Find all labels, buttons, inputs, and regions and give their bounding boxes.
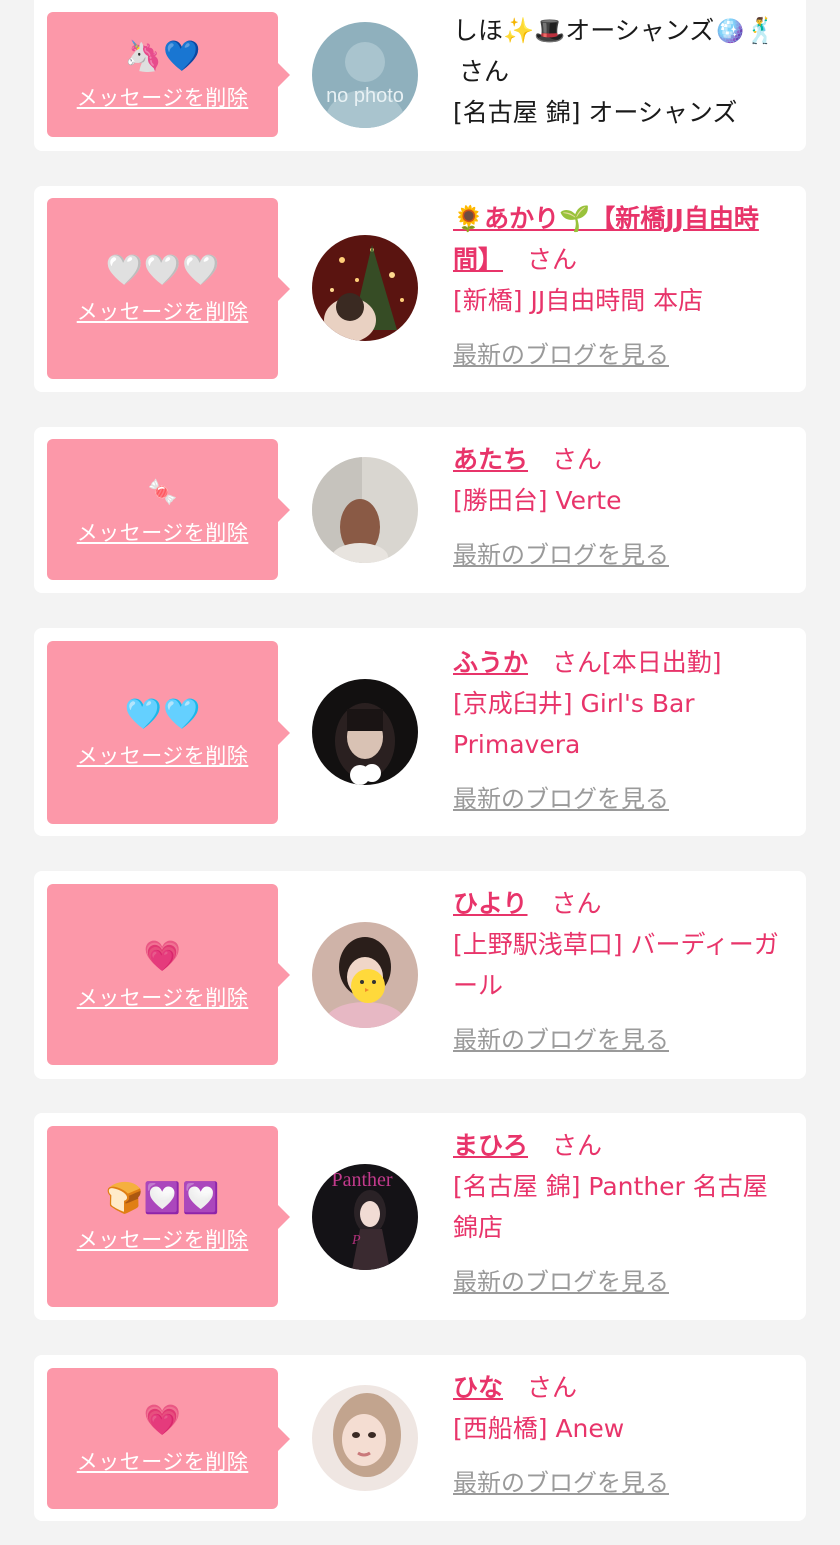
emoji-icon: 💙 bbox=[163, 38, 201, 74]
svg-text:P: P bbox=[351, 1233, 361, 1248]
message-bubble: 🤍 🤍 🤍 メッセージを削除 bbox=[47, 198, 290, 379]
latest-blog-link[interactable]: 最新のブログを見る bbox=[453, 1262, 669, 1303]
heart-icon: 💗 bbox=[143, 938, 182, 974]
avatar[interactable]: Panther P bbox=[312, 1164, 418, 1270]
emoji-icon: 🤍 bbox=[105, 252, 143, 288]
name-line: しほ✨🎩オーシャンズ🪩🕺 さん bbox=[453, 10, 788, 92]
san-label: さん bbox=[527, 1373, 578, 1402]
name-line: まひろ さん bbox=[453, 1125, 788, 1166]
message-card: 💗 メッセージを削除 ひより さん [上野駅浅草口] バーディーガール 最新のブロ… bbox=[34, 871, 806, 1079]
delete-message-link[interactable]: メッセージを削除 bbox=[77, 299, 249, 325]
heart-decoration-icon: 💟 bbox=[143, 1180, 182, 1216]
san-label: さん bbox=[552, 445, 603, 474]
shop-label: [京成臼井] Girl's Bar Primavera bbox=[453, 689, 695, 759]
message-emoji: 💗 bbox=[144, 1403, 181, 1439]
message-card: 🍬 メッセージを削除 あたち さん [勝田台] Verte 最新のブログを見る bbox=[34, 427, 806, 593]
girl-name-link[interactable]: ひより bbox=[453, 889, 528, 918]
message-bubble: 🩵 🩵 メッセージを削除 bbox=[47, 641, 290, 824]
latest-blog-link[interactable]: 最新のブログを見る bbox=[453, 335, 669, 376]
attendance-tag: [本日出勤] bbox=[602, 648, 722, 677]
message-emoji: 🤍 🤍 🤍 bbox=[105, 253, 219, 289]
heart-icon: 💗 bbox=[143, 1402, 182, 1438]
shop-label: [新橋] JJ自由時間 本店 bbox=[453, 286, 704, 315]
girl-name-link[interactable]: ふうか bbox=[453, 648, 528, 677]
girl-name-link[interactable]: ひな bbox=[453, 1373, 503, 1402]
shop-label: [勝田台] Verte bbox=[453, 486, 622, 515]
avatar[interactable] bbox=[312, 457, 418, 563]
name-line: 🌻あかり🌱【新橋JJ自由時間】 さん bbox=[453, 198, 788, 280]
name-line: ひな さん bbox=[453, 1367, 788, 1408]
candy-icon: 🍬 bbox=[147, 477, 178, 506]
message-emoji: 🍬 bbox=[148, 474, 178, 510]
girl-name: しほ✨🎩オーシャンズ🪩🕺 bbox=[453, 16, 777, 45]
latest-blog-link[interactable]: 最新のブログを見る bbox=[453, 535, 669, 576]
emoji-icon: 🤍 bbox=[143, 252, 182, 288]
latest-blog-link[interactable]: 最新のブログを見る bbox=[453, 1020, 669, 1061]
message-emoji: 🍞 💟 💟 bbox=[105, 1181, 219, 1217]
delete-message-link[interactable]: メッセージを削除 bbox=[77, 85, 249, 111]
avatar[interactable] bbox=[312, 1385, 418, 1491]
message-info: あたち さん [勝田台] Verte 最新のブログを見る bbox=[453, 439, 788, 576]
message-bubble: 🦄 💙 メッセージを削除 bbox=[47, 12, 290, 137]
avatar[interactable] bbox=[312, 679, 418, 785]
delete-message-link[interactable]: メッセージを削除 bbox=[77, 1449, 249, 1475]
delete-message-link[interactable]: メッセージを削除 bbox=[77, 743, 249, 769]
shop-label: [名古屋 錦] Panther 名古屋錦店 bbox=[453, 1172, 768, 1242]
delete-message-link[interactable]: メッセージを削除 bbox=[77, 1227, 249, 1253]
svg-text:Panther: Panther bbox=[331, 1169, 392, 1191]
shop-label: [名古屋 錦] オーシャンズ bbox=[453, 98, 738, 127]
delete-message-link[interactable]: メッセージを削除 bbox=[77, 520, 249, 546]
svg-text:no photo: no photo bbox=[326, 85, 404, 107]
message-info: ふうか さん[本日出勤] [京成臼井] Girl's Bar Primavera … bbox=[453, 642, 788, 820]
message-info: 🌻あかり🌱【新橋JJ自由時間】 さん [新橋] JJ自由時間 本店 最新のブログを… bbox=[453, 198, 788, 376]
emoji-icon: 🩵 bbox=[163, 696, 201, 732]
san-label: さん bbox=[459, 57, 510, 86]
avatar[interactable] bbox=[312, 922, 418, 1028]
emoji-icon: 🤍 bbox=[182, 252, 220, 288]
message-emoji: 🩵 🩵 bbox=[125, 697, 201, 733]
shop-label: [上野駅浅草口] バーディーガール bbox=[453, 930, 779, 1000]
san-label: さん bbox=[552, 1131, 603, 1160]
message-info: まひろ さん [名古屋 錦] Panther 名古屋錦店 最新のブログを見る bbox=[453, 1125, 788, 1303]
avatar[interactable] bbox=[312, 235, 418, 341]
message-bubble: 💗 メッセージを削除 bbox=[47, 1368, 290, 1509]
message-bubble: 🍞 💟 💟 メッセージを削除 bbox=[47, 1126, 290, 1307]
message-card: 🦄 💙 メッセージを削除 no photo しほ✨🎩オーシャンズ🪩🕺 さん [名古… bbox=[34, 0, 806, 151]
message-card: 🤍 🤍 🤍 メッセージを削除 🌻あかり🌱【新橋JJ自由時間】 さん [新橋] JJ… bbox=[34, 186, 806, 392]
name-line: ふうか さん[本日出勤] bbox=[453, 642, 788, 683]
name-line: ひより さん bbox=[453, 883, 788, 924]
emoji-icon: 🦄 bbox=[124, 38, 162, 74]
heart-decoration-icon: 💟 bbox=[182, 1180, 220, 1216]
name-line: あたち さん bbox=[453, 439, 788, 480]
message-emoji: 💗 bbox=[144, 939, 181, 975]
message-bubble: 🍬 メッセージを削除 bbox=[47, 439, 290, 580]
message-bubble: 💗 メッセージを削除 bbox=[47, 884, 290, 1065]
message-info: しほ✨🎩オーシャンズ🪩🕺 さん [名古屋 錦] オーシャンズ bbox=[453, 10, 788, 133]
message-card: 🍞 💟 💟 メッセージを削除 Panther P まひろ さん [名古屋 錦] P… bbox=[34, 1113, 806, 1320]
latest-blog-link[interactable]: 最新のブログを見る bbox=[453, 779, 669, 820]
san-label: さん bbox=[527, 245, 578, 274]
shop-label: [西船橋] Anew bbox=[453, 1414, 625, 1443]
message-card: 💗 メッセージを削除 ひな さん [西船橋] Anew 最新のブログを見る bbox=[34, 1355, 806, 1521]
latest-blog-link[interactable]: 最新のブログを見る bbox=[453, 1463, 669, 1504]
girl-name-link[interactable]: 🌻あかり🌱【新橋JJ自由時間】 bbox=[453, 204, 759, 274]
bread-icon: 🍞 bbox=[105, 1180, 143, 1216]
emoji-icon: 🩵 bbox=[124, 696, 162, 732]
girl-name-link[interactable]: まひろ bbox=[453, 1131, 528, 1160]
san-label: さん bbox=[551, 889, 602, 918]
girl-name-link[interactable]: あたち bbox=[453, 445, 528, 474]
message-info: ひより さん [上野駅浅草口] バーディーガール 最新のブログを見る bbox=[453, 883, 788, 1061]
san-label: さん bbox=[552, 648, 603, 677]
delete-message-link[interactable]: メッセージを削除 bbox=[77, 985, 249, 1011]
message-info: ひな さん [西船橋] Anew 最新のブログを見る bbox=[453, 1367, 788, 1504]
message-emoji: 🦄 💙 bbox=[125, 39, 201, 75]
message-card: 🩵 🩵 メッセージを削除 ふうか さん[本日出勤] [京成臼井] Girl's B… bbox=[34, 628, 806, 836]
avatar[interactable]: no photo bbox=[312, 22, 418, 128]
